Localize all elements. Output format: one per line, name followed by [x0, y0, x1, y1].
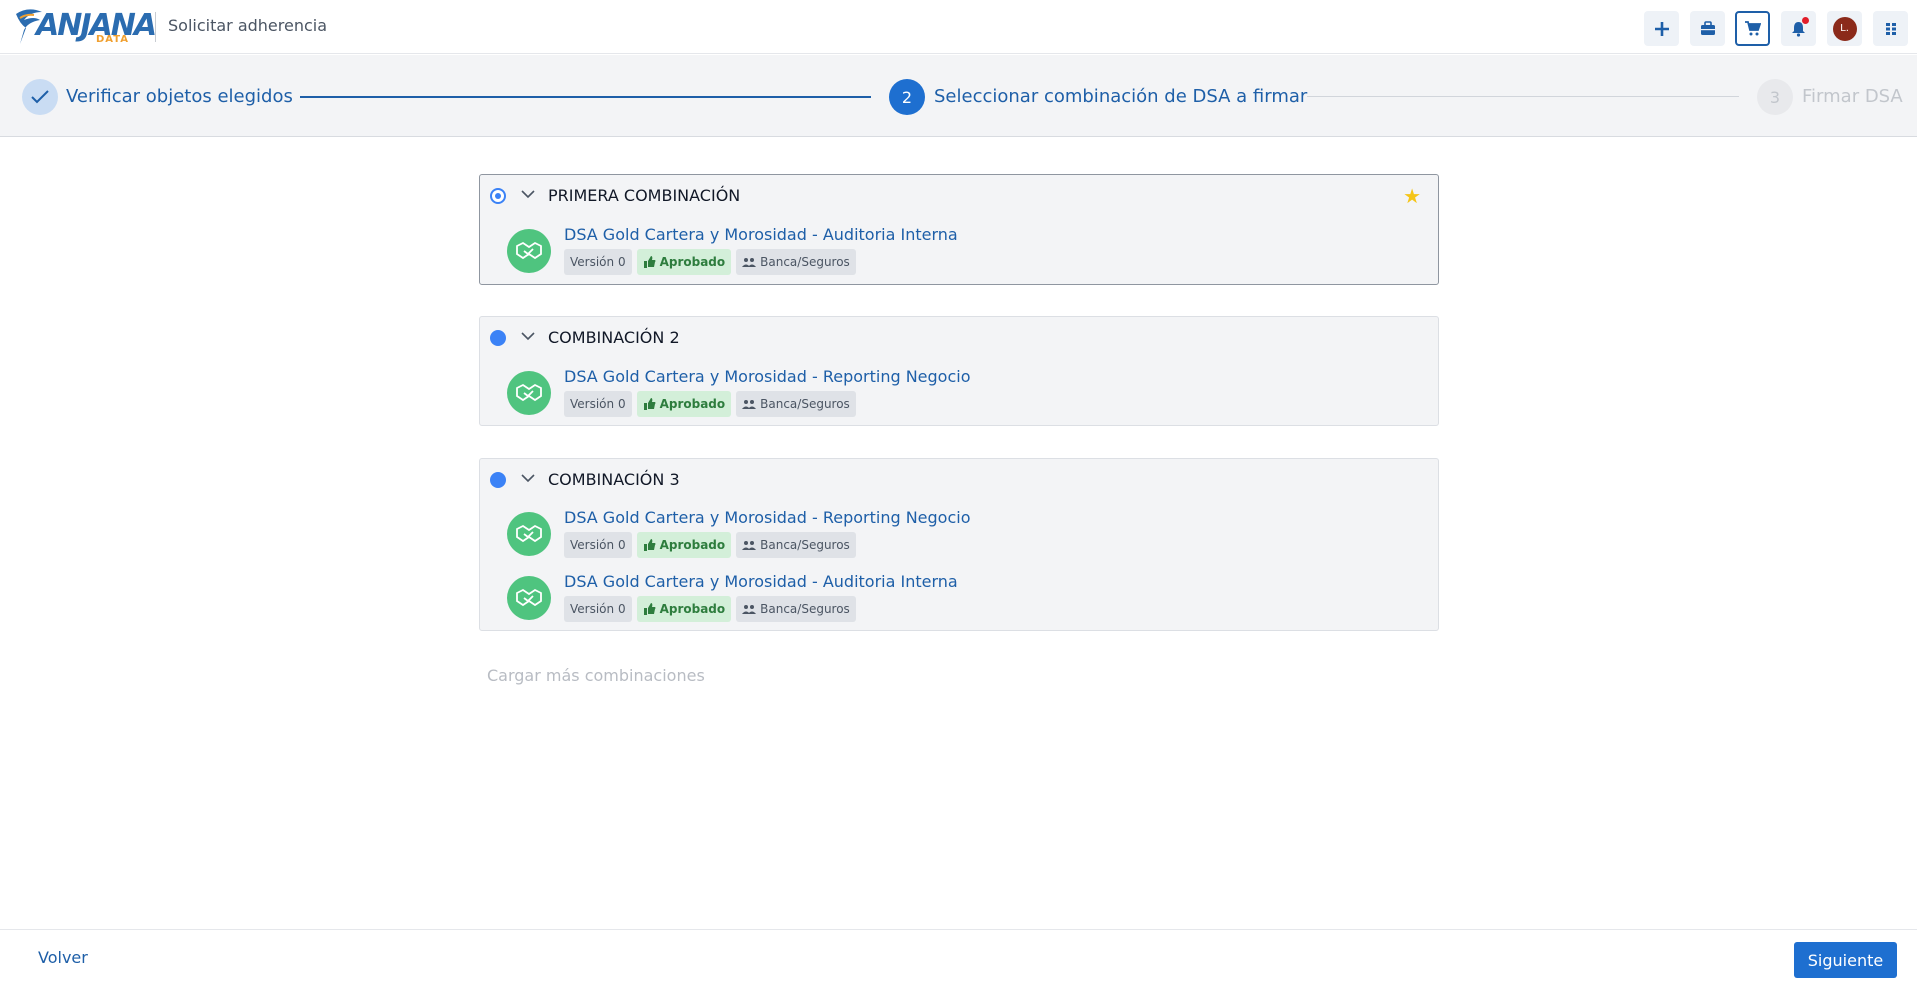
tag-list: Versión 0 Aprobado Banca/Seguros [564, 532, 856, 558]
combination-radio-selected[interactable] [490, 188, 506, 204]
step-1-label[interactable]: Verificar objetos elegidos [66, 86, 293, 107]
top-header: ANJANA DATA Solicitar adherencia L. [0, 0, 1917, 54]
plus-icon [1654, 21, 1669, 36]
tag-list: Versión 0 Aprobado Banca/Seguros [564, 249, 856, 275]
notification-dot [1802, 17, 1809, 24]
combination-title: COMBINACIÓN 3 [548, 470, 680, 489]
step-connector-1 [300, 96, 871, 98]
combination-title: PRIMERA COMBINACIÓN [548, 186, 741, 205]
handshake-icon [507, 229, 551, 273]
dsa-link[interactable]: DSA Gold Cartera y Morosidad - Reporting… [564, 508, 970, 527]
status-text: Aprobado [659, 397, 726, 411]
header-divider [155, 12, 156, 42]
star-icon: ★ [1403, 184, 1421, 208]
combination-card-3[interactable]: COMBINACIÓN 3 DSA Gold Cartera y Morosid… [479, 458, 1439, 631]
briefcase-button[interactable] [1690, 11, 1725, 46]
dsa-item: DSA Gold Cartera y Morosidad - Reporting… [480, 367, 1438, 423]
step-1-done[interactable] [22, 79, 58, 115]
status-tag: Aprobado [636, 391, 732, 417]
group-text: Banca/Seguros [760, 602, 850, 616]
cart-icon [1745, 21, 1761, 36]
status-tag: Aprobado [636, 249, 732, 275]
thumbs-up-icon [643, 603, 656, 615]
dsa-link[interactable]: DSA Gold Cartera y Morosidad - Auditoria… [564, 225, 958, 244]
group-text: Banca/Seguros [760, 538, 850, 552]
group-text: Banca/Seguros [760, 255, 850, 269]
group-text: Banca/Seguros [760, 397, 850, 411]
user-menu-button[interactable]: L. [1827, 11, 1862, 46]
thumbs-up-icon [643, 256, 656, 268]
wizard-stepper: Verificar objetos elegidos 2 Seleccionar… [0, 55, 1917, 137]
avatar: L. [1832, 16, 1857, 41]
step-3-label: Firmar DSA [1802, 86, 1903, 107]
step-2-number: 2 [889, 79, 925, 115]
add-button[interactable] [1644, 11, 1679, 46]
status-text: Aprobado [659, 602, 726, 616]
footer-bar: Volver Siguiente [0, 929, 1917, 982]
users-icon [742, 258, 757, 267]
group-tag: Banca/Seguros [736, 596, 856, 622]
version-tag: Versión 0 [564, 532, 632, 558]
combination-card-2[interactable]: COMBINACIÓN 2 DSA Gold Cartera y Morosid… [479, 316, 1439, 426]
combination-title: COMBINACIÓN 2 [548, 328, 680, 347]
status-text: Aprobado [659, 538, 726, 552]
group-tag: Banca/Seguros [736, 532, 856, 558]
users-icon [742, 541, 757, 550]
next-button[interactable]: Siguiente [1794, 942, 1897, 978]
chevron-down-icon[interactable] [520, 472, 536, 484]
dsa-item: DSA Gold Cartera y Morosidad - Auditoria… [480, 225, 1438, 281]
combination-card-1[interactable]: PRIMERA COMBINACIÓN ★ DSA Gold Cartera y… [479, 174, 1439, 285]
step-3-number: 3 [1757, 79, 1793, 115]
handshake-icon [507, 576, 551, 620]
handshake-icon [507, 512, 551, 556]
combination-header: COMBINACIÓN 2 [480, 317, 1438, 357]
combination-header: PRIMERA COMBINACIÓN ★ [480, 175, 1438, 215]
status-text: Aprobado [659, 255, 726, 269]
version-tag: Versión 0 [564, 249, 632, 275]
logo-sub: DATA [96, 34, 130, 45]
group-tag: Banca/Seguros [736, 391, 856, 417]
dsa-item: DSA Gold Cartera y Morosidad - Reporting… [480, 508, 1438, 564]
step-2-label: Seleccionar combinación de DSA a firmar [934, 86, 1308, 107]
thumbs-up-icon [643, 398, 656, 410]
combination-radio[interactable] [490, 330, 506, 346]
apps-grid-icon [1885, 22, 1896, 35]
handshake-icon [507, 371, 551, 415]
tag-list: Versión 0 Aprobado Banca/Seguros [564, 596, 856, 622]
status-tag: Aprobado [636, 596, 732, 622]
check-icon [31, 90, 49, 104]
tag-list: Versión 0 Aprobado Banca/Seguros [564, 391, 856, 417]
dsa-link[interactable]: DSA Gold Cartera y Morosidad - Auditoria… [564, 572, 958, 591]
status-tag: Aprobado [636, 532, 732, 558]
users-icon [742, 400, 757, 409]
combination-header: COMBINACIÓN 3 [480, 459, 1438, 499]
group-tag: Banca/Seguros [736, 249, 856, 275]
cart-button[interactable] [1735, 11, 1770, 46]
version-tag: Versión 0 [564, 391, 632, 417]
dsa-item: DSA Gold Cartera y Morosidad - Auditoria… [480, 572, 1438, 628]
notifications-button[interactable] [1781, 11, 1816, 46]
load-more-link[interactable]: Cargar más combinaciones [487, 666, 705, 685]
anjana-logo[interactable]: ANJANA DATA [14, 4, 157, 48]
combination-radio[interactable] [490, 472, 506, 488]
chevron-down-icon[interactable] [520, 330, 536, 342]
back-button[interactable]: Volver [38, 948, 88, 967]
thumbs-up-icon [643, 539, 656, 551]
dsa-link[interactable]: DSA Gold Cartera y Morosidad - Reporting… [564, 367, 970, 386]
chevron-down-icon[interactable] [520, 188, 536, 200]
apps-button[interactable] [1873, 11, 1908, 46]
step-connector-2 [1307, 96, 1739, 97]
users-icon [742, 605, 757, 614]
page-title: Solicitar adherencia [168, 16, 328, 35]
briefcase-icon [1700, 21, 1715, 35]
version-tag: Versión 0 [564, 596, 632, 622]
